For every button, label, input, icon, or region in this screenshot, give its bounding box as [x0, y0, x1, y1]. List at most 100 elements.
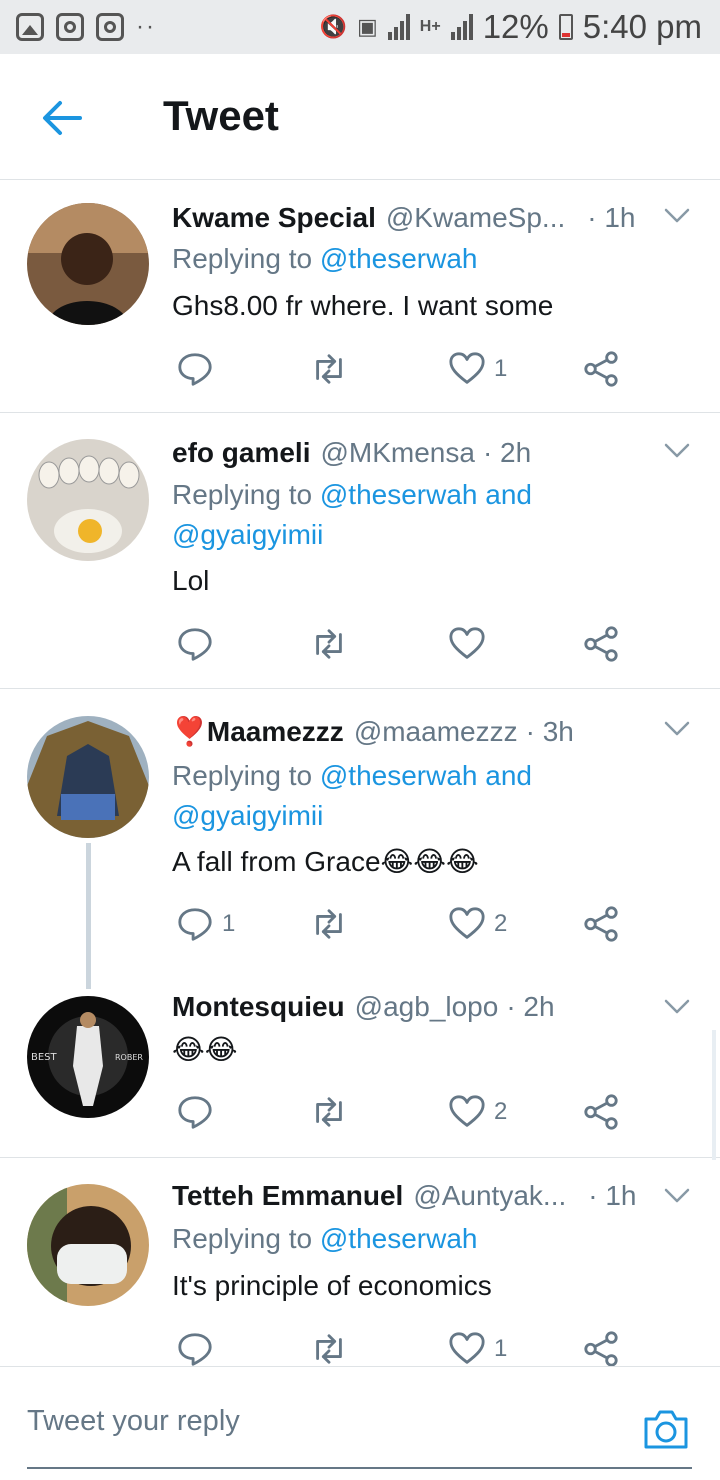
chevron-down-icon[interactable] — [664, 721, 690, 737]
thread-connector — [86, 843, 91, 989]
retweet-button[interactable] — [308, 1328, 358, 1370]
mention-link[interactable]: @theserwah and — [320, 479, 532, 510]
tweet-3[interactable]: ❣️Maamezzz @maamezzz · 3h Replying to @t… — [0, 689, 720, 989]
user-handle[interactable]: @KwameSp... — [386, 202, 565, 234]
retweet-button[interactable] — [308, 623, 358, 665]
like-button[interactable]: 1 — [448, 1328, 507, 1370]
chevron-down-icon[interactable] — [664, 443, 690, 459]
tweet-text: Lol — [172, 565, 210, 596]
timestamp: · 1h — [588, 1180, 637, 1211]
tweet-header: ❣️Maamezzz @maamezzz · 3h — [172, 715, 574, 748]
chevron-down-icon[interactable] — [664, 208, 690, 224]
page-title: Tweet — [163, 92, 279, 139]
user-handle[interactable]: @maamezzz — [354, 716, 518, 748]
tweet-4[interactable]: BEST ROBER Montesquieu @agb_lopo · 2h 😂😂 … — [0, 969, 720, 1158]
display-name[interactable]: Kwame Special — [172, 202, 376, 234]
tweet-2[interactable]: efo gameli @MKmensa · 2h Replying to @th… — [0, 413, 720, 689]
tweet-header: Kwame Special @KwameSp... · 1h — [172, 202, 636, 234]
reply-icon — [176, 905, 214, 943]
retweet-icon — [308, 1330, 350, 1368]
tweet-header: Montesquieu @agb_lopo · 2h — [172, 991, 555, 1023]
chevron-down-icon[interactable] — [664, 999, 690, 1015]
like-button[interactable]: 2 — [448, 903, 507, 945]
like-button[interactable]: 1 — [448, 348, 507, 390]
like-count: 1 — [494, 1335, 508, 1362]
reply-icon — [176, 350, 214, 388]
camera-icon[interactable] — [642, 1407, 690, 1451]
signal-icon-2 — [450, 14, 473, 40]
display-name[interactable]: efo gameli — [172, 437, 310, 469]
reply-button[interactable]: 1 — [176, 903, 235, 945]
share-button[interactable] — [582, 623, 620, 665]
reply-button[interactable] — [176, 1091, 222, 1133]
share-icon — [582, 905, 620, 943]
mention-link-2[interactable]: @gyaigyimii — [172, 515, 532, 555]
reply-button[interactable] — [176, 623, 222, 665]
like-icon — [448, 625, 486, 663]
battery-icon — [558, 14, 573, 40]
avatar-tetteh-emmanuel[interactable] — [27, 1184, 149, 1306]
like-button[interactable] — [448, 623, 494, 665]
tweet-actions: 1 2 — [172, 903, 632, 945]
user-handle[interactable]: @Auntyak... — [413, 1180, 566, 1212]
replying-prefix: Replying to — [172, 243, 320, 274]
avatar-efo-gameli[interactable] — [27, 439, 149, 561]
app-header: Tweet — [0, 54, 720, 180]
user-handle[interactable]: @MKmensa — [320, 437, 474, 469]
display-name[interactable]: ❣️Maamezzz — [172, 715, 344, 748]
like-icon — [448, 905, 486, 943]
replying-prefix: Replying to — [172, 1223, 320, 1254]
reply-button[interactable] — [176, 348, 222, 390]
mute-icon: 🔇 — [319, 14, 347, 39]
chevron-down-icon[interactable] — [664, 1188, 690, 1204]
avatar-maamezzz[interactable] — [27, 716, 149, 838]
reply-button[interactable] — [176, 1328, 222, 1370]
like-count: 2 — [494, 1098, 508, 1125]
tweet-1[interactable]: Kwame Special @KwameSp... · 1h Replying … — [0, 180, 720, 413]
retweet-icon — [308, 625, 350, 663]
mention-link-2[interactable]: @gyaigyimii — [172, 796, 532, 836]
tweet-text: 😂😂 — [172, 1034, 238, 1065]
share-button[interactable] — [582, 348, 620, 390]
mention-link[interactable]: @theserwah and — [320, 760, 532, 791]
tweet-text: It's principle of economics — [172, 1270, 492, 1301]
tweet-header: Tetteh Emmanuel @Auntyak... · 1h — [172, 1180, 637, 1212]
replying-to: Replying to @theserwah — [172, 1219, 477, 1259]
share-button[interactable] — [582, 903, 620, 945]
share-icon — [582, 350, 620, 388]
reply-input-underline — [27, 1467, 692, 1469]
reply-icon — [176, 1330, 214, 1368]
share-icon — [582, 625, 620, 663]
display-name[interactable]: Tetteh Emmanuel — [172, 1180, 403, 1212]
sim-icon: ▣ — [356, 14, 378, 39]
svg-text:ROBER: ROBER — [115, 1053, 143, 1062]
mention-link[interactable]: @theserwah — [320, 243, 478, 274]
back-arrow-icon[interactable] — [40, 98, 84, 138]
signal-icon — [387, 14, 410, 40]
retweet-button[interactable] — [308, 348, 358, 390]
like-button[interactable]: 2 — [448, 1091, 507, 1133]
mention-link[interactable]: @theserwah — [320, 1223, 478, 1254]
replying-to: Replying to @theserwah — [172, 239, 477, 279]
tweet-actions: 1 — [172, 1328, 632, 1370]
timestamp: · 2h — [482, 437, 532, 468]
tweet-text: A fall from Grace😂😂😂 — [172, 846, 479, 877]
reply-count: 1 — [222, 910, 236, 937]
avatar-montesquieu[interactable]: BEST ROBER — [27, 996, 149, 1118]
retweet-button[interactable] — [308, 1091, 358, 1133]
user-handle[interactable]: @agb_lopo — [355, 991, 499, 1023]
retweet-button[interactable] — [308, 903, 358, 945]
network-type: H+ — [419, 18, 441, 35]
share-button[interactable] — [582, 1328, 620, 1370]
tweet-header: efo gameli @MKmensa · 2h — [172, 437, 531, 469]
tweet-5[interactable]: Tetteh Emmanuel @Auntyak... · 1h Replyin… — [0, 1158, 720, 1366]
replying-prefix: Replying to — [172, 760, 320, 791]
scrollbar[interactable] — [712, 1030, 716, 1160]
more-notifications-icon: ·· — [136, 13, 156, 40]
reply-input[interactable]: Tweet your reply — [27, 1405, 240, 1438]
tweet-actions: 1 — [172, 348, 632, 390]
status-bar: ·· 🔇 ▣ H+ 12% 5:40 pm — [0, 0, 720, 54]
avatar-kwame-special[interactable] — [27, 203, 149, 325]
display-name[interactable]: Montesquieu — [172, 991, 345, 1023]
share-button[interactable] — [582, 1091, 620, 1133]
